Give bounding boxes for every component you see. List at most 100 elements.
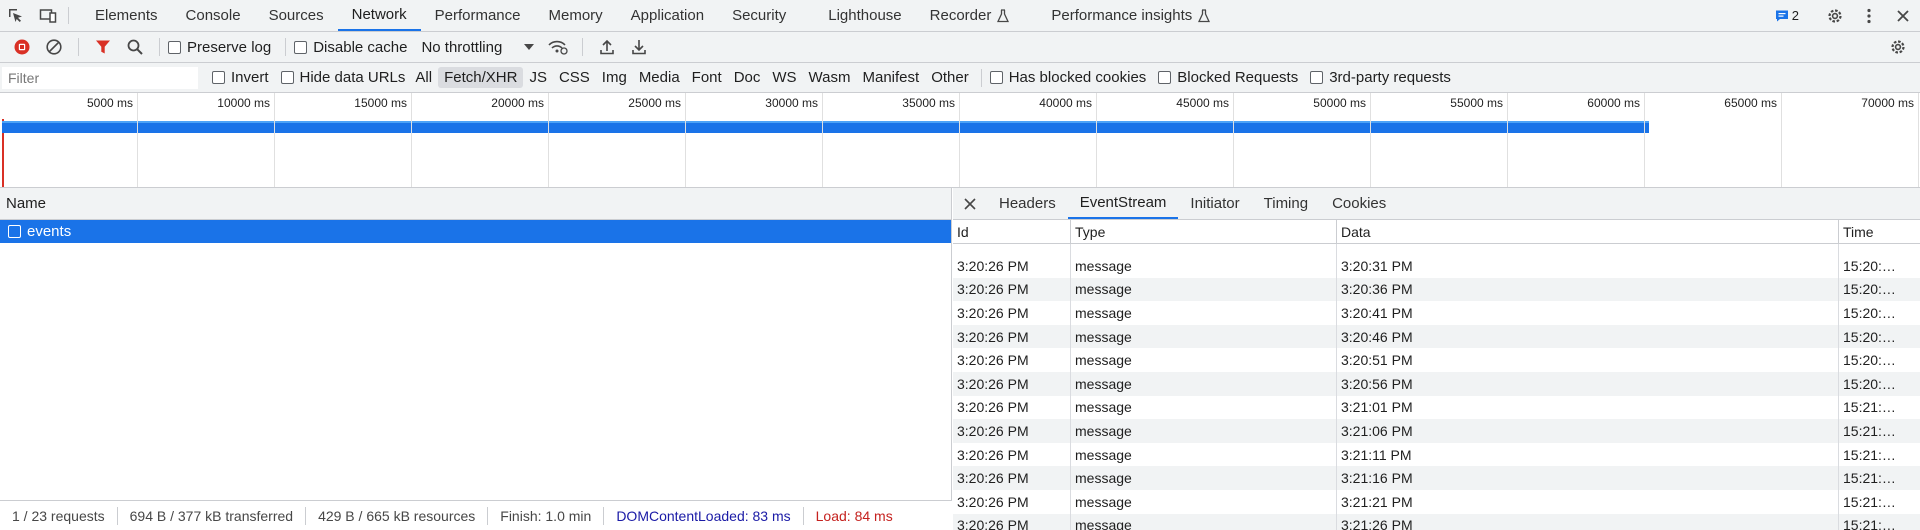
event-type-cell: message — [1071, 442, 1337, 467]
blocked-requests-checkbox[interactable]: Blocked Requests — [1158, 69, 1298, 86]
checkbox-box[interactable] — [1310, 71, 1324, 84]
eventstream-row[interactable]: 3:20:26 PM message 3:20:36 PM 15:20:… — [953, 277, 1920, 302]
checkbox-box[interactable] — [989, 71, 1003, 84]
close-devtools-icon[interactable] — [1886, 0, 1920, 32]
event-id-cell: 3:20:26 PM — [953, 301, 1071, 325]
filter-type-wasm[interactable]: Wasm — [803, 67, 857, 88]
resources-size: 429 B / 665 kB resources — [306, 506, 489, 525]
issues-badge[interactable]: 2 — [1769, 6, 1805, 26]
event-time-cell: 15:21:… — [1843, 399, 1896, 416]
event-time-cell: 15:21:… — [1843, 446, 1896, 463]
timeline-gridline — [1644, 93, 1645, 187]
eventstream-row[interactable]: 3:20:26 PM message 3:21:21 PM 15:21:… — [953, 489, 1920, 514]
checkbox-box[interactable] — [280, 71, 294, 84]
filter-type-manifest[interactable]: Manifest — [857, 67, 926, 88]
tab-label: Lighthouse — [828, 7, 902, 24]
filter-type-font[interactable]: Font — [686, 67, 728, 88]
hide-data-urls-checkbox[interactable]: Hide data URLs — [280, 69, 405, 86]
detail-tab-timing[interactable]: Timing — [1252, 188, 1320, 219]
device-toolbar-icon[interactable] — [32, 0, 64, 31]
request-name: events — [27, 223, 72, 240]
tab-label: Memory — [548, 7, 603, 24]
eventstream-row[interactable]: 3:20:26 PM message 3:21:06 PM 15:21:… — [953, 419, 1920, 443]
time-column-header[interactable]: Time — [1839, 220, 1920, 243]
filter-type-fetch-xhr[interactable]: Fetch/XHR — [438, 67, 524, 88]
clear-icon[interactable] — [38, 32, 70, 62]
event-id-cell: 3:20:26 PM — [953, 254, 1071, 278]
tab-memory[interactable]: Memory — [535, 0, 617, 31]
timeline-tick-label: 10000 ms — [217, 96, 270, 110]
preserve-log-checkbox[interactable]: Preserve log — [168, 39, 271, 56]
eventstream-row[interactable]: 3:20:26 PM message 3:20:51 PM 15:20:… — [953, 348, 1920, 372]
event-data-cell: 3:21:26 PM — [1337, 513, 1839, 530]
type-column-header[interactable]: Type — [1071, 220, 1337, 243]
tab-performance[interactable]: Performance — [421, 0, 535, 31]
checkbox-box[interactable] — [1158, 71, 1172, 84]
event-data-cell: 3:21:16 PM — [1337, 466, 1839, 490]
tab-recorder[interactable]: Recorder — [916, 0, 1024, 31]
detail-tab-cookies[interactable]: Cookies — [1320, 188, 1398, 219]
checkbox-box[interactable] — [168, 40, 181, 54]
invert-checkbox[interactable]: Invert — [212, 69, 269, 86]
network-conditions-icon[interactable] — [542, 32, 574, 62]
request-row[interactable]: events — [0, 220, 951, 243]
event-type-cell: message — [1071, 466, 1337, 490]
search-icon[interactable] — [119, 32, 151, 62]
tab-performance-insights[interactable]: Performance insights — [1037, 0, 1224, 31]
data-column-header[interactable]: Data — [1337, 220, 1839, 243]
load-time: Load: 84 ms — [815, 507, 893, 524]
third-party-requests-checkbox[interactable]: 3rd-party requests — [1310, 69, 1451, 86]
eventstream-row[interactable]: 3:20:26 PM message 3:21:01 PM 15:21:… — [953, 395, 1920, 420]
filter-input[interactable]: Filter — [2, 66, 198, 89]
eventstream-row[interactable]: 3:20:26 PM message 3:20:46 PM 15:20:… — [953, 324, 1920, 349]
tab-application[interactable]: Application — [617, 0, 718, 31]
event-type-cell: message — [1071, 395, 1337, 420]
tab-sources[interactable]: Sources — [255, 0, 338, 31]
timeline-overview[interactable]: 5000 ms 10000 ms 15000 ms 20000 ms 25000 ms 3… — [0, 93, 1920, 188]
eventstream-row[interactable]: 3:20:26 PM message 3:21:11 PM 15:21:… — [953, 442, 1920, 467]
tab-label: Security — [732, 7, 787, 24]
detail-tab-eventstream[interactable]: EventStream — [1067, 188, 1179, 219]
timeline-tick-label: 55000 ms — [1450, 96, 1503, 110]
disable-cache-checkbox[interactable]: Disable cache — [294, 39, 407, 56]
eventstream-row[interactable]: 3:20:26 PM message 3:21:16 PM 15:21:… — [953, 466, 1920, 490]
filter-type-all[interactable]: All — [409, 67, 438, 88]
filter-type-css[interactable]: CSS — [553, 67, 596, 88]
network-settings-gear-icon[interactable] — [1882, 32, 1914, 62]
filter-type-other[interactable]: Other — [925, 67, 975, 88]
tab-console[interactable]: Console — [172, 0, 255, 31]
detail-tab-initiator[interactable]: Initiator — [1178, 188, 1251, 219]
request-timeline-bar — [2, 121, 1649, 133]
tab-lighthouse[interactable]: Lighthouse — [814, 0, 915, 31]
tab-elements[interactable]: Elements — [81, 0, 172, 31]
checkbox-box[interactable] — [212, 71, 225, 84]
close-details-icon[interactable] — [953, 188, 987, 219]
eventstream-row[interactable]: 3:20:26 PM message 3:20:41 PM 15:20:… — [953, 301, 1920, 325]
id-column-header[interactable]: Id — [953, 220, 1071, 243]
detail-tab-headers[interactable]: Headers — [987, 188, 1068, 219]
checkbox-box[interactable] — [294, 40, 308, 54]
filter-funnel-icon[interactable] — [87, 32, 119, 62]
eventstream-row[interactable]: 3:20:26 PM message 3:20:56 PM 15:20:… — [953, 371, 1920, 396]
export-har-icon[interactable] — [623, 32, 655, 62]
filter-type-media[interactable]: Media — [633, 67, 686, 88]
eventstream-row[interactable]: 3:20:26 PM message 3:20:31 PM 15:20:… — [953, 254, 1920, 278]
throttling-select[interactable]: No throttling — [421, 39, 535, 56]
inspect-element-icon[interactable] — [0, 0, 32, 31]
name-column-header[interactable]: Name — [0, 188, 951, 220]
filter-type-js[interactable]: JS — [523, 67, 553, 88]
more-options-icon[interactable] — [1852, 0, 1886, 32]
request-checkbox[interactable] — [8, 225, 21, 238]
import-har-icon[interactable] — [591, 32, 623, 62]
record-stop-icon[interactable] — [6, 32, 38, 62]
event-type-cell: message — [1071, 419, 1337, 443]
eventstream-row[interactable]: 3:20:26 PM message 3:21:26 PM 15:21:… — [953, 513, 1920, 530]
filter-type-ws[interactable]: WS — [766, 67, 802, 88]
filter-type-doc[interactable]: Doc — [728, 67, 767, 88]
tab-separator — [68, 7, 69, 24]
tab-network[interactable]: Network — [337, 0, 421, 31]
tab-security[interactable]: Security — [718, 0, 800, 31]
has-blocked-cookies-checkbox[interactable]: Has blocked cookies — [989, 69, 1146, 86]
settings-gear-icon[interactable] — [1818, 0, 1852, 32]
filter-type-img[interactable]: Img — [596, 67, 633, 88]
